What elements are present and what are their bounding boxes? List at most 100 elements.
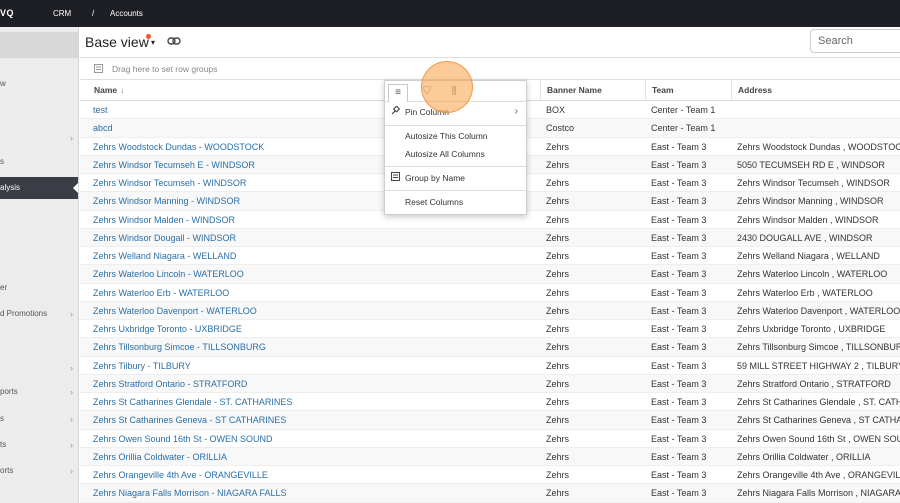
table-row[interactable]: Zehrs Uxbridge Toronto - UXBRIDGE Zehrs Ea… xyxy=(80,320,900,339)
cell-name[interactable]: Zehrs Orangeville 4th Ave - ORANGEVILLE xyxy=(87,466,447,484)
cell-name[interactable]: Zehrs Orillia Coldwater - ORILLIA xyxy=(87,448,447,466)
table-row[interactable]: Zehrs St Catharines Glendale - ST. CATHA… xyxy=(80,393,900,412)
breadcrumb-accounts[interactable]: Accounts xyxy=(110,9,143,18)
cell-name[interactable]: Zehrs Welland Niagara - WELLAND xyxy=(87,247,447,265)
cell-address: Zehrs Woodstock Dundas , WOODSTOCK xyxy=(737,141,900,152)
table-row[interactable]: Zehrs Tilbury - TILBURY Zehrs East - Team … xyxy=(80,357,900,375)
chevron-down-icon[interactable]: ▾ xyxy=(151,38,155,47)
chevron-right-icon: › xyxy=(70,363,73,373)
menu-divider xyxy=(385,190,526,191)
cell-address: Zehrs Uxbridge Toronto , UXBRIDGE xyxy=(737,324,886,334)
cell-banner: BOX xyxy=(546,105,566,115)
view-title[interactable]: Base view xyxy=(85,34,149,50)
cell-team: East - Team 3 xyxy=(651,415,707,426)
cell-team: Center - Team 1 xyxy=(651,105,716,115)
cell-address: Zehrs Waterloo Lincoln , WATERLOO xyxy=(737,269,888,280)
sidebar-item[interactable]: › xyxy=(0,127,78,149)
table-row[interactable]: Zehrs Owen Sound 16th St - OWEN SOUND Zeh… xyxy=(80,430,900,448)
group-icon xyxy=(391,169,400,187)
sidebar-item-promotions[interactable]: d Promotions › xyxy=(0,303,78,325)
sidebar-item-reports[interactable]: ports › xyxy=(0,381,78,403)
header-team[interactable]: Team xyxy=(645,80,731,101)
chevron-right-icon: › xyxy=(70,387,73,397)
group-by-label: Group by Name xyxy=(405,173,465,183)
sidebar-item[interactable]: s › xyxy=(0,408,78,430)
cell-name[interactable]: Zehrs Owen Sound 16th St - OWEN SOUND xyxy=(87,430,447,448)
menu-icon[interactable]: ≡ xyxy=(388,84,408,102)
table-row[interactable]: Zehrs Waterloo Davenport - WATERLOO Zehrs… xyxy=(80,301,900,320)
cell-banner: Zehrs xyxy=(546,232,570,243)
sidebar-selected-block[interactable] xyxy=(0,32,78,58)
autosize-all-item[interactable]: Autosize All Columns xyxy=(385,145,526,163)
link-icon[interactable] xyxy=(167,36,181,48)
cell-team: East - Team 3 xyxy=(651,470,707,480)
sidebar-item[interactable]: orts › xyxy=(0,460,78,482)
reset-columns-item[interactable]: Reset Columns xyxy=(385,193,526,211)
table-row[interactable]: Zehrs Orangeville 4th Ave - ORANGEVILLE Z… xyxy=(80,466,900,485)
cell-address: 59 MILL STREET HIGHWAY 2 , TILBURY xyxy=(737,360,900,371)
cell-team: East - Team 3 xyxy=(651,342,707,353)
chevron-right-icon: › xyxy=(70,133,73,143)
cell-name[interactable]: Zehrs Tillsonburg Simcoe - TILLSONBURG xyxy=(87,338,447,356)
cell-name[interactable]: Zehrs Niagara Falls Morrison - NIAGARA F… xyxy=(87,484,447,502)
table-row[interactable]: Zehrs Orillia Coldwater - ORILLIA Zehrs Ea… xyxy=(80,447,900,466)
table-row[interactable]: Zehrs St Catharines Geneva - ST CATHARIN… xyxy=(80,411,900,430)
cell-banner: Zehrs xyxy=(546,305,570,316)
cell-banner: Zehrs xyxy=(546,159,570,170)
view-bar: Base view ▾ xyxy=(80,27,900,57)
sidebar-item-analysis[interactable]: alysis xyxy=(0,177,78,199)
cell-name[interactable]: Zehrs Waterloo Erb - WATERLOO xyxy=(87,284,447,302)
table-row[interactable]: Zehrs Welland Niagara - WELLAND Zehrs East… xyxy=(80,247,900,266)
sidebar-item[interactable]: w xyxy=(0,73,78,95)
row-group-drop-zone[interactable]: Drag here to set row groups xyxy=(80,58,900,80)
sidebar-item-label: ts xyxy=(0,440,7,449)
table-row[interactable]: Zehrs Windsor Dougall - WINDSOR Zehrs East… xyxy=(80,228,900,247)
group-by-item[interactable]: Group by Name xyxy=(385,169,526,187)
cell-name[interactable]: Zehrs St Catharines Geneva - ST CATHARIN… xyxy=(87,411,447,429)
sidebar-item[interactable]: › xyxy=(0,357,78,379)
cell-banner: Zehrs xyxy=(546,451,570,462)
cell-address: Zehrs St Catharines Geneva , ST CATHARIN… xyxy=(737,415,900,426)
cell-address: Zehrs Waterloo Erb , WATERLOO xyxy=(737,287,873,298)
chevron-right-icon: › xyxy=(70,466,73,476)
autosize-column-item[interactable]: Autosize This Column xyxy=(385,127,526,145)
click-indicator xyxy=(421,61,473,113)
header-name[interactable]: Name ↓ xyxy=(88,80,124,101)
sidebar-item[interactable]: ts › xyxy=(0,434,78,456)
breadcrumb-separator: / xyxy=(92,9,95,18)
cell-name[interactable]: Zehrs Uxbridge Toronto - UXBRIDGE xyxy=(87,320,447,338)
reset-columns-label: Reset Columns xyxy=(405,197,464,207)
chevron-right-icon: › xyxy=(70,440,73,450)
header-address[interactable]: Address xyxy=(731,80,900,101)
cell-team: East - Team 3 xyxy=(651,178,707,188)
cell-team: East - Team 3 xyxy=(651,324,707,334)
cell-team: East - Team 3 xyxy=(651,214,707,225)
search-input[interactable] xyxy=(810,29,900,53)
cell-name[interactable]: Zehrs Windsor Dougall - WINDSOR xyxy=(87,229,447,247)
table-row[interactable]: Zehrs Waterloo Erb - WATERLOO Zehrs East -… xyxy=(80,284,900,302)
cell-name[interactable]: Zehrs Waterloo Davenport - WATERLOO xyxy=(87,302,447,320)
header-address-label: Address xyxy=(738,85,773,95)
sort-desc-icon[interactable]: ↓ xyxy=(120,85,124,95)
table-row[interactable]: Zehrs Waterloo Lincoln - WATERLOO Zehrs Ea… xyxy=(80,265,900,284)
sidebar-item[interactable]: er xyxy=(0,277,78,299)
cell-name[interactable]: Zehrs Stratford Ontario - STRATFORD xyxy=(87,375,447,393)
cell-name[interactable]: Zehrs Waterloo Lincoln - WATERLOO xyxy=(87,265,447,283)
cell-banner: Zehrs xyxy=(546,433,570,444)
sidebar-item-label: s xyxy=(0,157,4,166)
top-bar: VQ CRM / Accounts xyxy=(0,0,900,27)
table-row[interactable]: Zehrs Tillsonburg Simcoe - TILLSONBURG Ze… xyxy=(80,338,900,357)
cell-banner: Zehrs xyxy=(546,141,570,152)
table-row[interactable]: Zehrs Stratford Ontario - STRATFORD Zehrs… xyxy=(80,374,900,393)
breadcrumb-crm[interactable]: CRM xyxy=(53,9,71,18)
table-row[interactable]: Zehrs Niagara Falls Morrison - NIAGARA F… xyxy=(80,484,900,503)
autosize-column-label: Autosize This Column xyxy=(405,131,488,141)
header-banner[interactable]: Banner Name xyxy=(540,80,645,101)
cell-name[interactable]: Zehrs St Catharines Glendale - ST. CATHA… xyxy=(87,393,447,411)
app-logo[interactable]: VQ xyxy=(0,8,14,18)
cell-team: East - Team 3 xyxy=(651,141,707,152)
row-group-hint: Drag here to set row groups xyxy=(112,64,218,74)
sidebar-item[interactable]: s xyxy=(0,151,78,173)
cell-name[interactable]: Zehrs Tilbury - TILBURY xyxy=(87,357,447,375)
cell-team: East - Team 3 xyxy=(651,269,707,280)
